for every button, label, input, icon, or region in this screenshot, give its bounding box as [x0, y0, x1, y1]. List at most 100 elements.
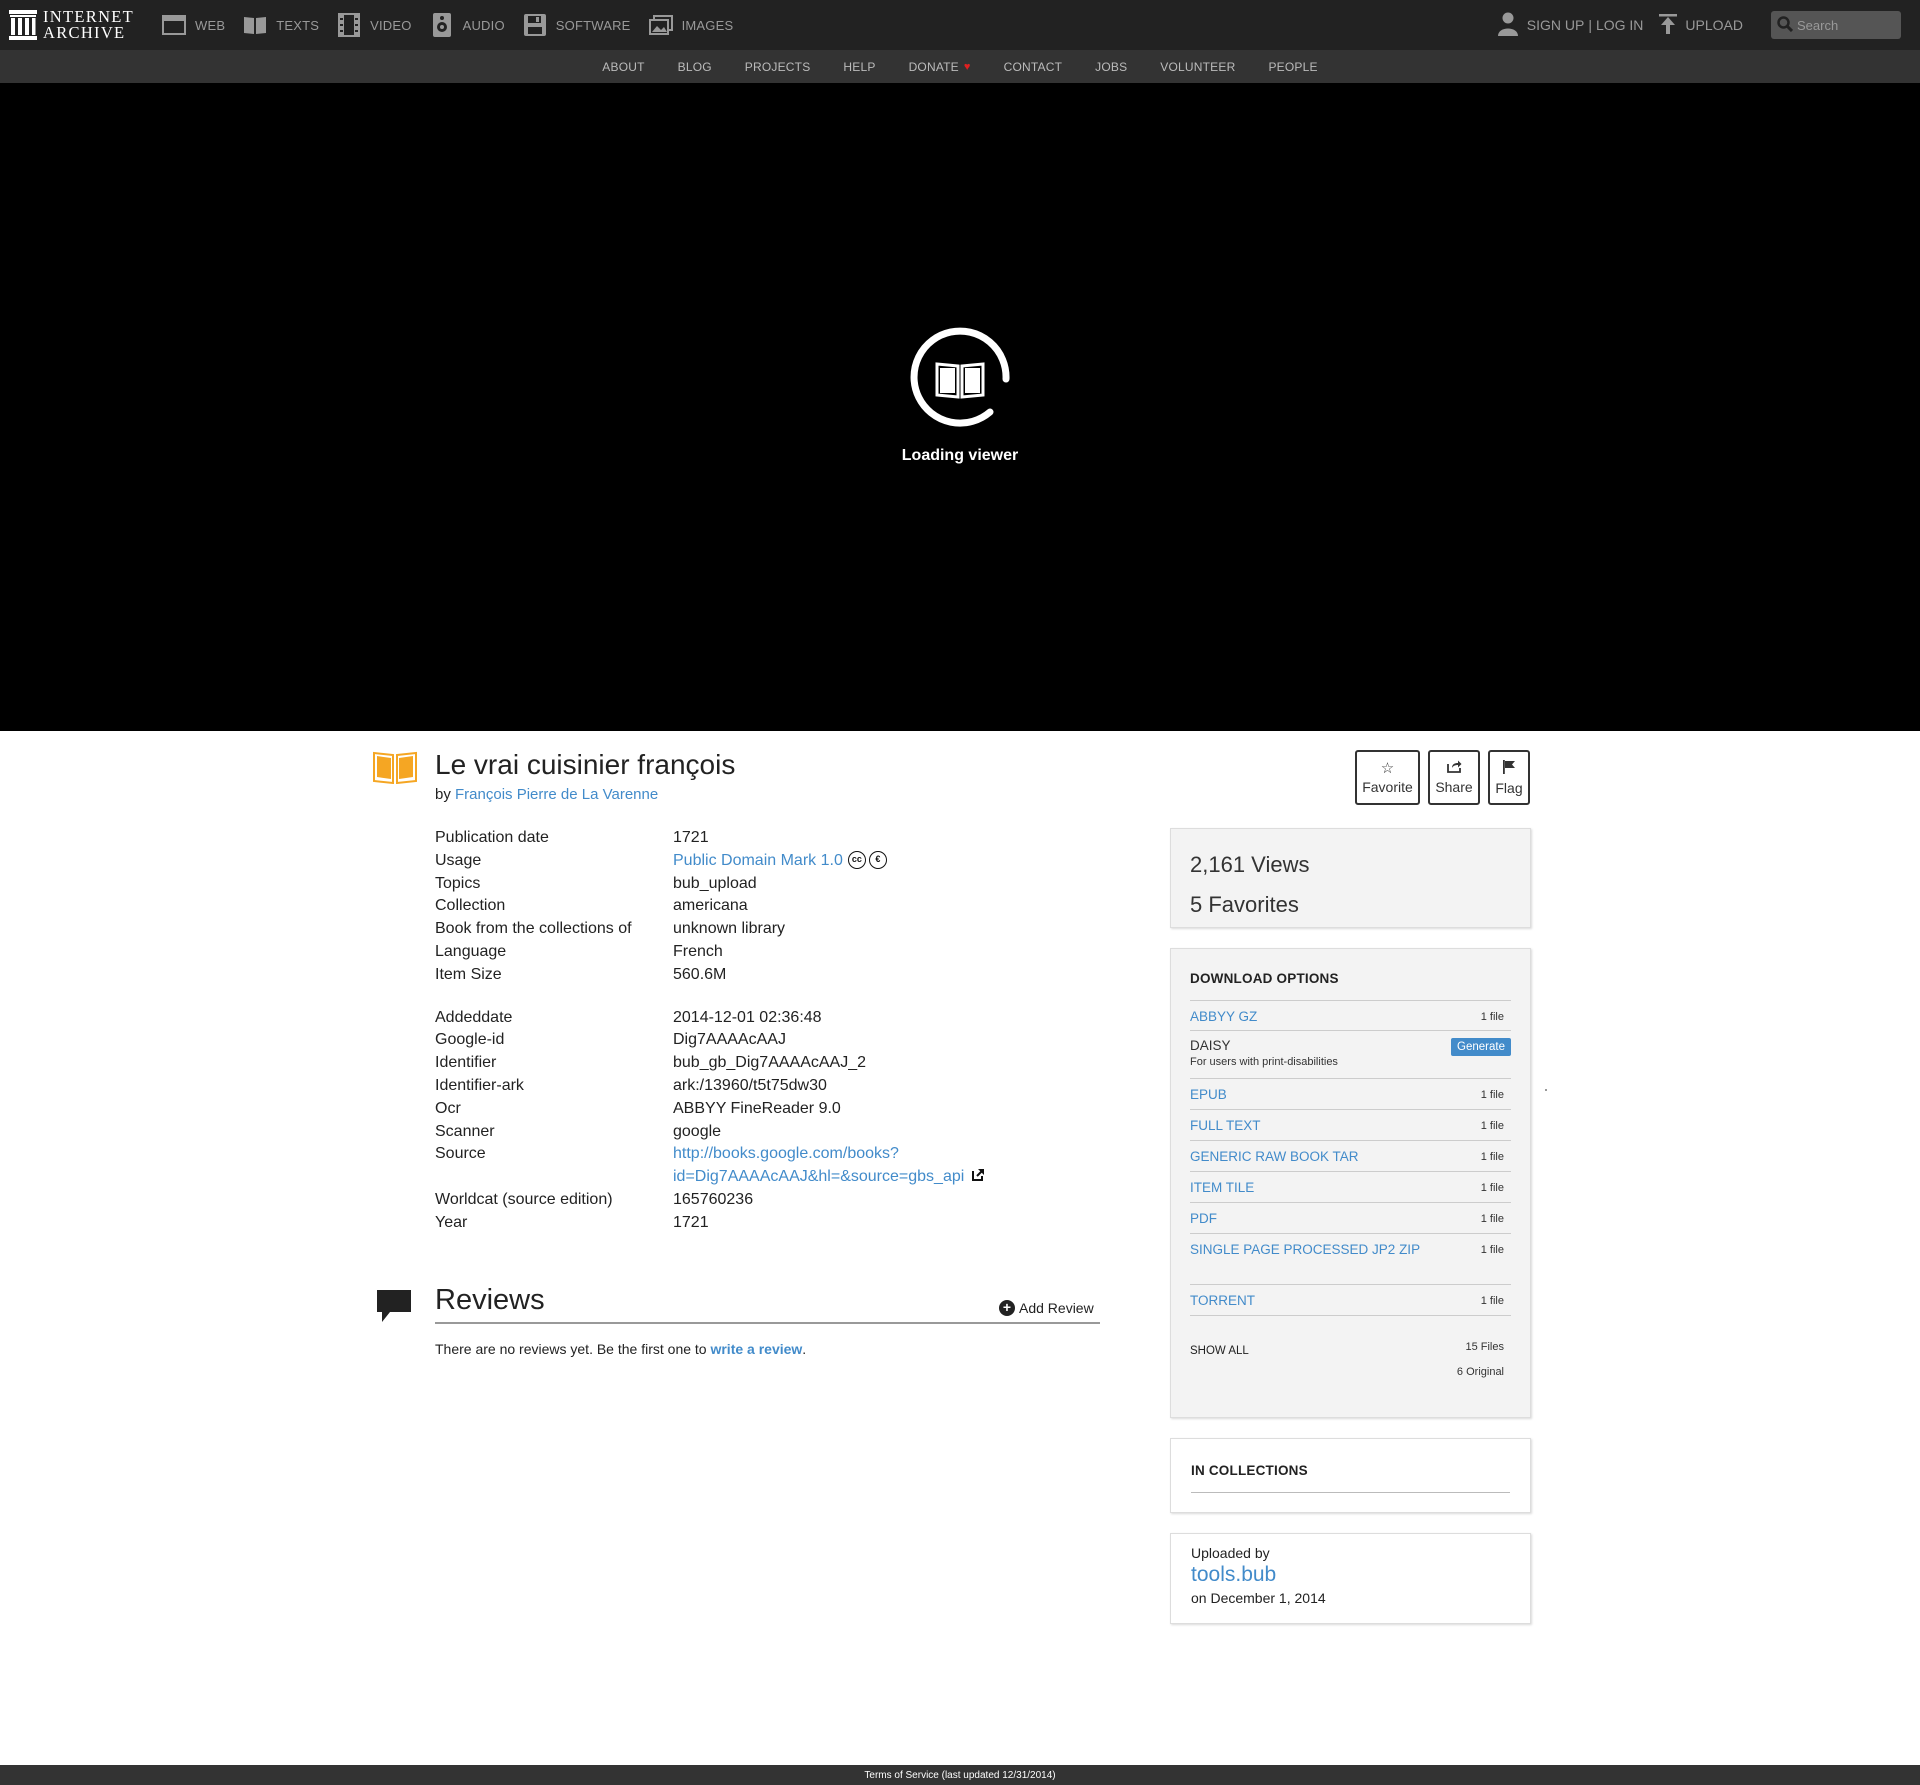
- terms-of-service-link[interactable]: Terms of Service (last updated 12/31/201…: [864, 1770, 1055, 1781]
- subnav-help[interactable]: HELP: [843, 60, 875, 74]
- internet-archive-logo[interactable]: INTERNET ARCHIVE: [9, 8, 134, 42]
- file-count: 1 file: [1480, 1011, 1504, 1023]
- metadata-row: Publication date 1721: [435, 827, 1075, 850]
- subnav-donate[interactable]: DONATE ♥: [909, 60, 971, 74]
- metadata-key: Year: [435, 1213, 468, 1231]
- nav-images[interactable]: IMAGES: [648, 13, 734, 37]
- source-link[interactable]: http://books.google.com/books? id=Dig7AAA…: [673, 1145, 964, 1185]
- metadata-value: Dig7AAAAcAAJ: [673, 1031, 786, 1049]
- video-icon: [337, 13, 361, 37]
- reviews-title: Reviews: [435, 1284, 545, 1316]
- nav-web[interactable]: WEB: [162, 13, 225, 37]
- nav-audio[interactable]: AUDIO: [430, 13, 505, 37]
- metadata-list: Publication date 1721 Usage Public Domain …: [435, 827, 1075, 1235]
- flag-button[interactable]: Flag: [1488, 750, 1530, 805]
- subnav-volunteer[interactable]: VOLUNTEER: [1160, 60, 1235, 74]
- file-count: 1 file: [1480, 1089, 1504, 1101]
- subnav-about[interactable]: ABOUT: [602, 60, 644, 74]
- subnav-people[interactable]: PEOPLE: [1268, 60, 1317, 74]
- subnav-contact[interactable]: CONTACT: [1004, 60, 1063, 74]
- download-row: ITEM TILE 1 file: [1190, 1172, 1511, 1203]
- subnav-projects[interactable]: PROJECTS: [745, 60, 811, 74]
- download-jp2-zip[interactable]: SINGLE PAGE PROCESSED JP2 ZIP: [1190, 1242, 1420, 1257]
- download-full-text[interactable]: FULL TEXT: [1190, 1118, 1261, 1133]
- web-icon: [162, 13, 186, 37]
- metadata-value: 560.6M: [673, 965, 727, 983]
- file-count: 1 file: [1480, 1151, 1504, 1163]
- uploader-info: Uploaded by tools.bub on December 1, 201…: [1170, 1533, 1531, 1624]
- write-review-link[interactable]: write a review: [710, 1341, 802, 1357]
- loading-spinner-icon: [910, 327, 1010, 427]
- daisy-description: For users with print-disabilities: [1190, 1056, 1338, 1068]
- nav-audio-label: AUDIO: [462, 17, 505, 33]
- download-epub[interactable]: EPUB: [1190, 1087, 1227, 1102]
- metadata-row: Identifier bub_gb_Dig7AAAAcAAJ_2: [435, 1052, 1075, 1075]
- metadata-row: Topics bub_upload: [435, 873, 1075, 896]
- user-icon[interactable]: [1497, 12, 1518, 39]
- share-button[interactable]: Share: [1428, 750, 1480, 805]
- subnav-donate-label: DONATE: [908, 59, 959, 74]
- metadata-value: bub_gb_Dig7AAAAcAAJ_2: [673, 1054, 867, 1072]
- collection-link[interactable]: americana: [673, 895, 748, 918]
- download-abbyy-gz[interactable]: ABBYY GZ: [1190, 1009, 1257, 1024]
- language-link[interactable]: French: [673, 941, 723, 964]
- subnav-jobs[interactable]: JOBS: [1095, 60, 1127, 74]
- nav-video-label: VIDEO: [370, 17, 412, 33]
- upload-button[interactable]: UPLOAD: [1659, 13, 1743, 37]
- metadata-key: Publication date: [435, 829, 549, 846]
- publication-date-link[interactable]: 1721: [673, 827, 709, 850]
- download-row: TORRENT 1 file: [1190, 1285, 1511, 1316]
- download-row: FULL TEXT 1 file: [1190, 1110, 1511, 1141]
- nav-web-label: WEB: [195, 17, 226, 33]
- download-raw-book-tar[interactable]: GENERIC RAW BOOK TAR: [1190, 1149, 1359, 1164]
- usage-license-link[interactable]: Public Domain Mark 1.0: [673, 852, 843, 869]
- favorite-button[interactable]: ☆ Favorite: [1355, 750, 1420, 805]
- uploader-link[interactable]: tools.bub: [1191, 1563, 1510, 1587]
- no-reviews-prefix: There are no reviews yet. Be the first o…: [435, 1341, 707, 1357]
- log-in-link[interactable]: LOG IN: [1596, 17, 1643, 33]
- user-nav-separator: |: [1588, 17, 1592, 33]
- texts-icon: [243, 13, 267, 37]
- nav-texts[interactable]: TEXTS: [243, 13, 319, 37]
- loading-text: Loading viewer: [901, 447, 1019, 464]
- download-item-tile[interactable]: ITEM TILE: [1190, 1180, 1254, 1195]
- add-review-button[interactable]: + Add Review: [999, 1300, 1094, 1316]
- subnav-blog[interactable]: BLOG: [678, 60, 712, 74]
- show-all-link[interactable]: SHOW ALL: [1190, 1345, 1249, 1357]
- audio-icon: [430, 13, 454, 37]
- metadata-row: Addeddate 2014-12-01 02:36:48: [435, 1007, 1075, 1030]
- generate-daisy-button[interactable]: Generate: [1451, 1038, 1511, 1056]
- book-viewer[interactable]: Loading viewer: [0, 83, 1920, 731]
- speech-bubble-icon: [377, 1290, 411, 1329]
- item-stats: 2,161 Views 5 Favorites: [1170, 828, 1531, 928]
- plus-icon: +: [999, 1300, 1015, 1316]
- source-link-line2: id=Dig7AAAAcAAJ&hl=&source=gbs_api: [673, 1168, 965, 1186]
- download-pdf[interactable]: PDF: [1190, 1211, 1217, 1226]
- texts-item-icon: [373, 750, 417, 789]
- search-input[interactable]: [1797, 17, 1897, 33]
- download-torrent[interactable]: TORRENT: [1190, 1293, 1255, 1308]
- download-row: GENERIC RAW BOOK TAR 1 file: [1190, 1141, 1511, 1172]
- nav-software[interactable]: SOFTWARE: [523, 13, 631, 37]
- year-link[interactable]: 1721: [673, 1212, 709, 1235]
- external-link-icon: [972, 1168, 985, 1185]
- search-icon[interactable]: [1777, 15, 1794, 35]
- metadata-row: Identifier-ark ark:/13960/t5t75dw30: [435, 1075, 1075, 1098]
- in-collections: IN COLLECTIONS: [1170, 1438, 1531, 1513]
- nav-software-label: SOFTWARE: [555, 17, 631, 33]
- logo-wordmark: INTERNET ARCHIVE: [43, 7, 135, 42]
- no-reviews-text: There are no reviews yet. Be the first o…: [435, 1341, 806, 1357]
- add-review-label: Add Review: [1019, 1300, 1094, 1316]
- topic-link[interactable]: bub_upload: [673, 873, 757, 896]
- flag-icon: [1502, 759, 1516, 778]
- worldcat-link[interactable]: 165760236: [673, 1189, 753, 1212]
- cc-icon: cc: [847, 850, 866, 869]
- sign-up-link[interactable]: SIGN UP: [1527, 17, 1585, 33]
- metadata-row: Scanner google: [435, 1121, 1075, 1144]
- nav-video[interactable]: VIDEO: [337, 13, 411, 37]
- download-divider: [1190, 1265, 1511, 1285]
- metadata-key: Worldcat (source edition): [435, 1190, 613, 1208]
- author-link[interactable]: François Pierre de La Varenne: [455, 786, 658, 803]
- images-icon: [648, 13, 673, 37]
- metadata-key: Language: [435, 942, 507, 960]
